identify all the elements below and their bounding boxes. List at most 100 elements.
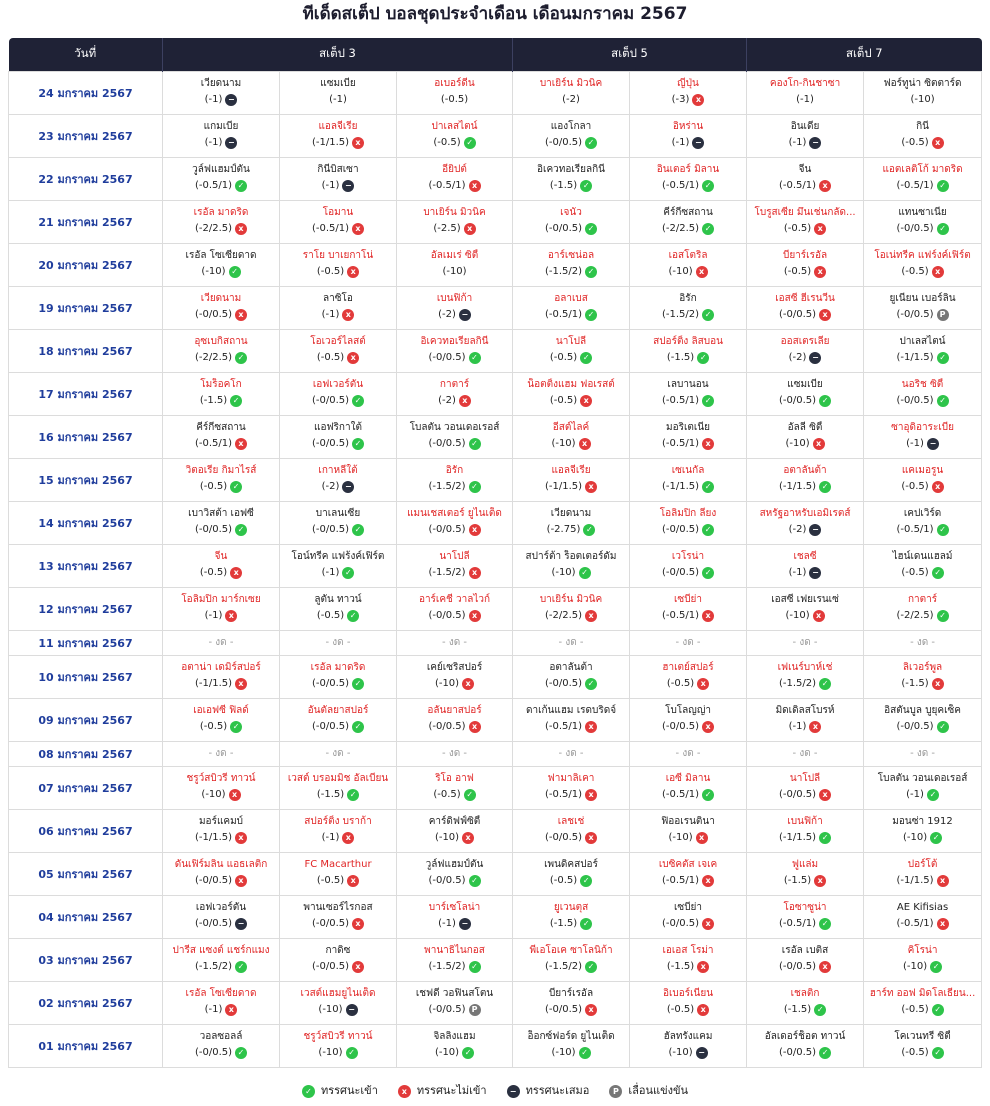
odds-line: (-0.5/1) x <box>399 178 510 194</box>
pick-cell: โบลตัน วอนเดอเรอส์ (-1) ✓ <box>863 765 983 810</box>
team-name: ดันเฟิร์มลิน แอธเลติก <box>174 859 268 871</box>
team-name: เอฟเวอร์ตัน <box>312 379 364 391</box>
odds-line: (-2.75) ✓ <box>515 522 627 538</box>
row-date: 19 มกราคม 2567 <box>8 285 163 330</box>
team-name: โมร็อคโก <box>200 379 242 391</box>
pick-cell: โคเวนทรี ซิตี้ (-0.5) ✓ <box>863 1023 983 1068</box>
handicap-odds: (-1.5/2) <box>428 567 466 579</box>
cross-icon: x <box>812 437 825 450</box>
pick-cell: โบลตัน วอนเดอเรอส์ (-0/0.5) ✓ <box>395 414 514 459</box>
handicap-odds: (-0/0.5) <box>194 1047 233 1059</box>
row-date: 15 มกราคม 2567 <box>8 457 163 502</box>
pick-cell: โอลิมปิก มาร์กเซย (-1) x <box>162 586 280 631</box>
odds-line: (-0/0.5) x <box>165 307 277 323</box>
handicap-odds: (-2/2.5) <box>194 223 233 235</box>
odds-line: (-0.5) x <box>282 873 394 889</box>
cross-icon: x <box>342 308 355 321</box>
row-date: 12 มกราคม 2567 <box>8 586 163 631</box>
row-date: 03 มกราคม 2567 <box>8 937 163 982</box>
odds-line: (-0.5) x <box>866 479 979 495</box>
check-icon: ✓ <box>585 265 598 278</box>
odds-line: (-1.5) ✓ <box>165 393 277 409</box>
odds-line: (-1.5) ✓ <box>632 350 744 366</box>
check-icon: ✓ <box>235 1046 248 1059</box>
odds-line: (-10) − <box>282 1002 394 1018</box>
odds-line: (-0.5/1) x <box>632 436 744 452</box>
team-name: อ็อกซ์ฟอร์ด ยูไนเต็ด <box>527 1031 615 1043</box>
cross-icon: x <box>809 720 822 733</box>
odds-line: (-1/1.5) x <box>165 676 277 692</box>
draw-icon: − <box>458 308 471 321</box>
odds-line: (-1.5/2) ✓ <box>399 959 510 975</box>
pick-cell: กาตาร์ (-2/2.5) ✓ <box>863 586 983 631</box>
pick-cell: แคเมอรูน (-0.5) x <box>863 457 983 502</box>
cross-icon: x <box>585 480 598 493</box>
cross-icon: x <box>936 917 949 930</box>
odds-line: (-0.5) x <box>866 264 979 280</box>
legend-item: x ทรรศนะไม่เข้า <box>397 1081 487 1099</box>
cross-icon: x <box>931 265 944 278</box>
team-name: คีร์กีซสถาน <box>663 207 713 219</box>
handicap-odds: (-0/0.5) <box>428 610 466 622</box>
pick-cell: ยูเวนตุส (-1.5) ✓ <box>512 894 631 939</box>
team-name: บียาร์เรอัล <box>782 250 828 262</box>
odds-line: (-10) ✓ <box>515 565 627 581</box>
team-name: เวสต์ บรอมมิช อัลเบียน <box>287 773 389 785</box>
odds-line: (-1) − <box>165 135 277 151</box>
team-name: นาโปลี <box>789 773 821 785</box>
odds-line: (-2) <box>515 92 627 108</box>
handicap-odds: (-0.5) <box>901 137 929 149</box>
cross-icon: x <box>697 677 710 690</box>
pick-cell: อาร์เคชี วาลไวก์ (-0/0.5) x <box>395 586 514 631</box>
handicap-odds: (-0/0.5) <box>779 961 817 973</box>
off-label: - งด - <box>558 637 584 648</box>
odds-line: (-0.5/1) x <box>282 221 394 237</box>
odds-line: (-1.5) ✓ <box>515 178 627 194</box>
team-name: แซมเบีย <box>320 78 356 90</box>
odds-line: (-0.5) ✓ <box>165 719 277 735</box>
cross-icon: x <box>931 677 944 690</box>
pick-cell: สหรัฐอาหรับเอมิเรตส์ (-2) − <box>746 500 865 545</box>
row-date: 22 มกราคม 2567 <box>8 156 163 201</box>
odds-line: (-0/0.5) ✓ <box>866 719 979 735</box>
odds-line: (-1/1.5) x <box>515 479 627 495</box>
team-name: โอลิมปิก ลียง <box>659 508 717 520</box>
odds-line: (-0.5/1) x <box>866 916 979 932</box>
odds-line: (-1.5/2) ✓ <box>165 959 277 975</box>
pick-cell: วูล์ฟแฮมป์ตัน (-0.5/1) ✓ <box>162 156 280 201</box>
off-label: - งด - <box>792 637 818 648</box>
odds-line: (-0.5) ✓ <box>165 479 277 495</box>
cross-icon: x <box>585 831 598 844</box>
odds-line: (-1/1.5) ✓ <box>632 479 744 495</box>
odds-line: (-0.5/1) x <box>632 873 744 889</box>
team-name: ปอร์โต้ <box>907 859 938 871</box>
pick-cell: ดันเฟิร์มลิน แอธเลติก (-0/0.5) x <box>162 851 280 896</box>
pick-cell: - งด - <box>162 740 280 767</box>
table-body: 24 มกราคม 2567 เวียดนาม (-1) − แซมเบีย (-1) อเ… <box>8 70 983 1068</box>
odds-line: (-0/0.5) x <box>399 522 510 538</box>
handicap-odds: (-2) <box>788 524 807 536</box>
handicap-odds: (-10) <box>318 1004 343 1016</box>
handicap-odds: (-3) <box>671 94 690 106</box>
odds-line: (-0/0.5) x <box>399 608 510 624</box>
page-title: ทีเด็ดสเต็ป บอลชุดประจำเดือน เดือนมกราคม… <box>302 4 688 24</box>
team-name: แอลจีเรีย <box>551 465 591 477</box>
pick-cell: บียาร์เรอัล (-0/0.5) x <box>512 980 631 1025</box>
table-row: 15 มกราคม 2567 วิตอเรีย กิมาไรส์ (-0.5) ✓ เก… <box>8 457 983 502</box>
team-name: ดาเก้นแฮม เรดบริดจ์ <box>525 705 617 717</box>
cross-icon: x <box>585 788 598 801</box>
handicap-odds: (-10) <box>442 266 467 278</box>
pick-cell: - งด - <box>395 740 514 767</box>
check-icon: ✓ <box>462 1046 475 1059</box>
odds-line: (-1) − <box>749 565 861 581</box>
pick-cell: เลชเช่ (-0/0.5) x <box>512 808 631 853</box>
team-name: สปอร์ติ้ง ลิสบอน <box>653 336 723 348</box>
odds-line: (-0.5/1) x <box>165 436 277 452</box>
team-name: อัลเดอร์ช็อต ทาวน์ <box>764 1031 846 1043</box>
team-name: อียิปต์ <box>442 164 467 176</box>
table-row: 08 มกราคม 2567 - งด - - งด - - งด - - งด - - … <box>8 740 983 767</box>
odds-line: (-0.5/1) ✓ <box>515 307 627 323</box>
handicap-odds: (-0.5) <box>783 223 812 235</box>
team-name: บาเยิร์น มิวนิค <box>423 207 486 219</box>
check-icon: ✓ <box>580 179 593 192</box>
